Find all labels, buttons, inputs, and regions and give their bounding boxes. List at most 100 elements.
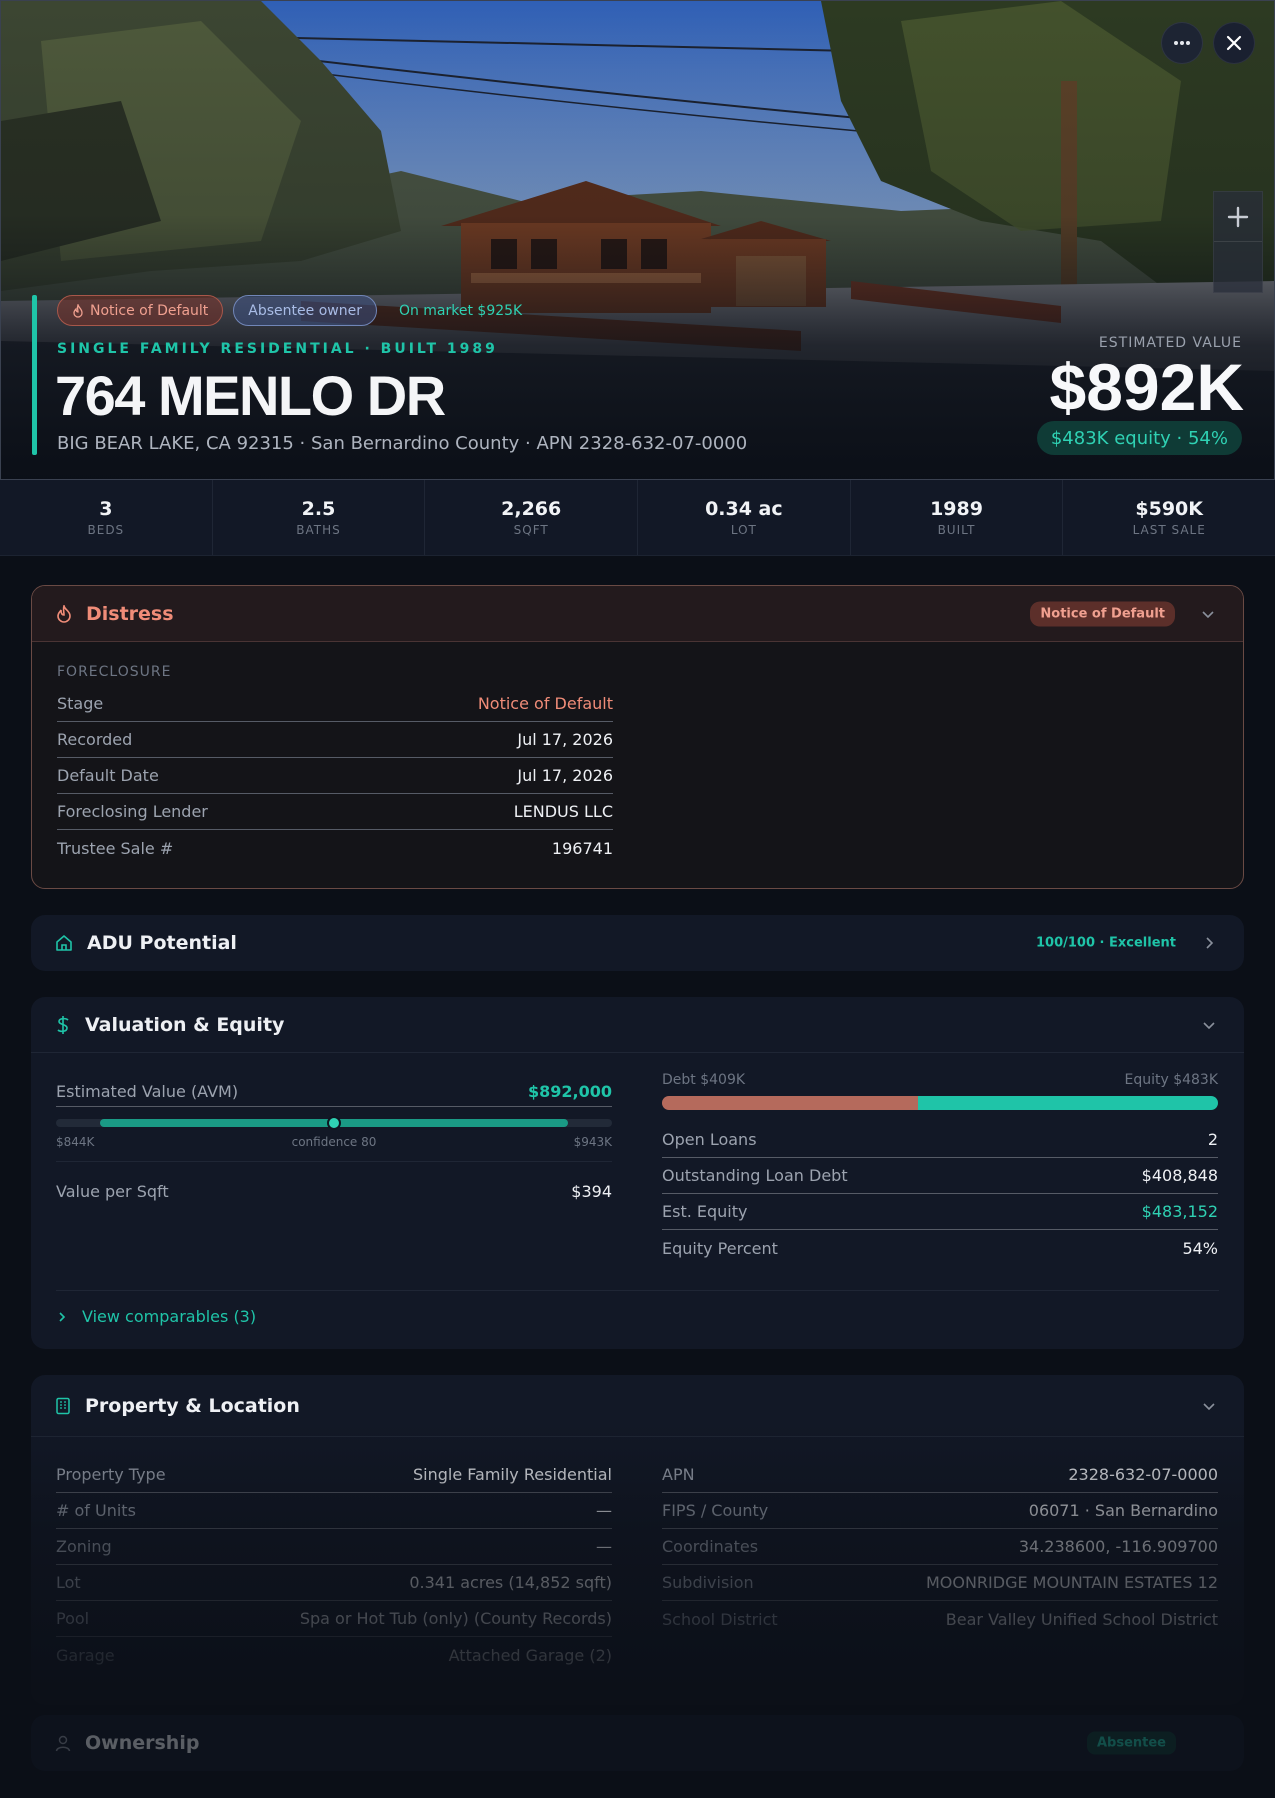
debt-segment bbox=[662, 1096, 918, 1110]
chevron-down-icon[interactable] bbox=[1201, 607, 1215, 621]
row-value: $408,848 bbox=[1141, 1166, 1218, 1185]
ownership-panel-header[interactable]: Ownership Absentee bbox=[31, 1715, 1244, 1771]
property-address: 764 MENLO DR bbox=[55, 364, 446, 427]
equity-row: Open Loans 2 bbox=[662, 1122, 1218, 1158]
chevron-down-icon[interactable] bbox=[1202, 1018, 1216, 1032]
row-label: Subdivision bbox=[662, 1573, 754, 1592]
equity-row: Outstanding Loan Debt $408,848 bbox=[662, 1158, 1218, 1194]
stat-value: 3 bbox=[99, 498, 113, 520]
row-value: Attached Garage (2) bbox=[448, 1645, 612, 1665]
more-options-button[interactable] bbox=[1161, 22, 1203, 64]
stat-value: 0.34 ac bbox=[705, 498, 783, 520]
stat-last-sale: $590K LAST SALE bbox=[1063, 480, 1275, 555]
ownership-badge: Absentee bbox=[1086, 1731, 1176, 1755]
row-label: Outstanding Loan Debt bbox=[662, 1166, 848, 1185]
avm-value: $892,000 bbox=[527, 1082, 612, 1101]
row-value: — bbox=[596, 1537, 612, 1556]
flame-icon bbox=[57, 604, 71, 623]
equity-row: Est. Equity $483,152 bbox=[662, 1194, 1218, 1230]
stat-lot: 0.34 ac LOT bbox=[638, 480, 851, 555]
vps-value: $394 bbox=[571, 1182, 612, 1201]
market-tag: On market $925K bbox=[387, 295, 534, 326]
row-value: Jul 17, 2026 bbox=[517, 730, 613, 749]
distress-panel: Distress Notice of Default FORECLOSURE S… bbox=[31, 585, 1244, 889]
stat-value: 2.5 bbox=[301, 498, 336, 520]
foreclosure-details: Stage Notice of Default Recorded Jul 17, 2… bbox=[57, 686, 613, 866]
row-label: Lot bbox=[56, 1573, 81, 1592]
property-title: Property & Location bbox=[85, 1394, 300, 1417]
value-per-sqft-row: Value per Sqft $394 bbox=[56, 1182, 612, 1201]
confidence-score: confidence 80 bbox=[291, 1135, 377, 1149]
row-value: Bear Valley Unified School District bbox=[945, 1609, 1218, 1629]
stat-beds: 3 BEDS bbox=[0, 480, 213, 555]
foreclosure-row: Default Date Jul 17, 2026 bbox=[57, 758, 613, 794]
avm-label: Estimated Value (AVM) bbox=[56, 1082, 239, 1101]
row-label: Default Date bbox=[57, 766, 159, 785]
ownership-title: Ownership bbox=[85, 1732, 200, 1754]
market-tag-label: On market $925K bbox=[398, 302, 523, 319]
property-row: APN 2328-632-07-0000 bbox=[662, 1457, 1218, 1493]
property-details-right: APN 2328-632-07-0000 FIPS / County 06071 ·… bbox=[662, 1457, 1218, 1637]
property-stats-bar: 3 BEDS 2.5 BATHS 2,266 SQFT 0.34 ac LOT … bbox=[0, 480, 1275, 556]
row-value: — bbox=[596, 1501, 612, 1520]
ownership-panel[interactable]: Ownership Absentee bbox=[31, 1715, 1244, 1771]
row-value: 34.238600, -116.909700 bbox=[1018, 1537, 1218, 1556]
row-value: 54% bbox=[1182, 1238, 1218, 1258]
hero-photo-section: Notice of Default Absentee owner On mark… bbox=[0, 0, 1275, 480]
close-icon bbox=[1226, 35, 1242, 51]
debt-equity-labels: Debt $409K Equity $483K bbox=[662, 1072, 1218, 1088]
view-comparables-link[interactable]: View comparables (3) bbox=[56, 1290, 1219, 1326]
adu-potential-panel[interactable]: ADU Potential 100/100 · Excellent bbox=[31, 915, 1244, 971]
row-label: Coordinates bbox=[662, 1537, 759, 1556]
avm-section: Estimated Value (AVM) $892,000 $844K con… bbox=[56, 1077, 612, 1201]
confidence-labels: $844K confidence 80 $943K bbox=[56, 1135, 612, 1162]
row-value: Jul 17, 2026 bbox=[517, 766, 613, 785]
adu-panel-header[interactable]: ADU Potential 100/100 · Excellent bbox=[31, 915, 1244, 971]
distress-status-badge: Notice of Default bbox=[1030, 601, 1175, 626]
owner-tag[interactable]: Absentee owner bbox=[233, 295, 377, 326]
equity-row: Equity Percent 54% bbox=[662, 1230, 1218, 1266]
row-value: LENDUS LLC bbox=[513, 802, 613, 821]
row-label: # of Units bbox=[56, 1501, 136, 1520]
equity-label: Equity $483K bbox=[1124, 1072, 1218, 1088]
row-label: FIPS / County bbox=[662, 1501, 769, 1520]
avm-marker bbox=[327, 1116, 341, 1130]
stat-built: 1989 BUILT bbox=[851, 480, 1064, 555]
stat-value: $590K bbox=[1135, 498, 1203, 520]
zoom-in-button[interactable] bbox=[1214, 192, 1262, 242]
range-high: $943K bbox=[573, 1135, 612, 1149]
adu-title: ADU Potential bbox=[87, 932, 237, 954]
valuation-panel-header[interactable]: Valuation & Equity bbox=[31, 997, 1244, 1053]
row-value: Notice of Default bbox=[477, 694, 613, 713]
stat-label: SQFT bbox=[513, 523, 549, 537]
debt-equity-bar bbox=[662, 1096, 1218, 1110]
foreclosure-section-label: FORECLOSURE bbox=[57, 664, 172, 680]
property-location-panel: Property & Location Property Type Single … bbox=[31, 1375, 1244, 1705]
row-label: Stage bbox=[57, 694, 104, 713]
adu-score-badge: 100/100 · Excellent bbox=[1036, 935, 1176, 951]
stat-baths: 2.5 BATHS bbox=[213, 480, 426, 555]
building-icon bbox=[56, 1397, 70, 1414]
chevron-right-icon bbox=[59, 1311, 66, 1322]
confidence-range-bar bbox=[56, 1116, 612, 1130]
row-value: 0.341 acres (14,852 sqft) bbox=[409, 1573, 612, 1592]
close-button[interactable] bbox=[1213, 22, 1255, 64]
stat-sqft: 2,266 SQFT bbox=[425, 480, 639, 555]
chevron-down-icon[interactable] bbox=[1202, 1399, 1216, 1413]
property-panel-header[interactable]: Property & Location bbox=[31, 1375, 1244, 1437]
property-row: Coordinates 34.238600, -116.909700 bbox=[662, 1529, 1218, 1565]
comparables-label: View comparables (3) bbox=[82, 1307, 257, 1326]
more-icon bbox=[1174, 41, 1190, 45]
hero-tags: Notice of Default Absentee owner On mark… bbox=[57, 295, 534, 326]
row-label: Property Type bbox=[56, 1465, 166, 1484]
distress-panel-header[interactable]: Distress Notice of Default bbox=[32, 586, 1243, 642]
row-value: Single Family Residential bbox=[413, 1465, 612, 1484]
chevron-right-icon[interactable] bbox=[1202, 936, 1216, 950]
stat-label: BUILT bbox=[937, 523, 976, 537]
map-zoom-control bbox=[1213, 191, 1263, 293]
foreclosure-row: Recorded Jul 17, 2026 bbox=[57, 722, 613, 758]
row-value: MOONRIDGE MOUNTAIN ESTATES 12 bbox=[925, 1573, 1218, 1592]
equity-section: Debt $409K Equity $483K Open Loans 2 Outs… bbox=[662, 1072, 1218, 1266]
distress-title: Distress bbox=[86, 602, 174, 625]
distress-tag[interactable]: Notice of Default bbox=[57, 295, 224, 326]
